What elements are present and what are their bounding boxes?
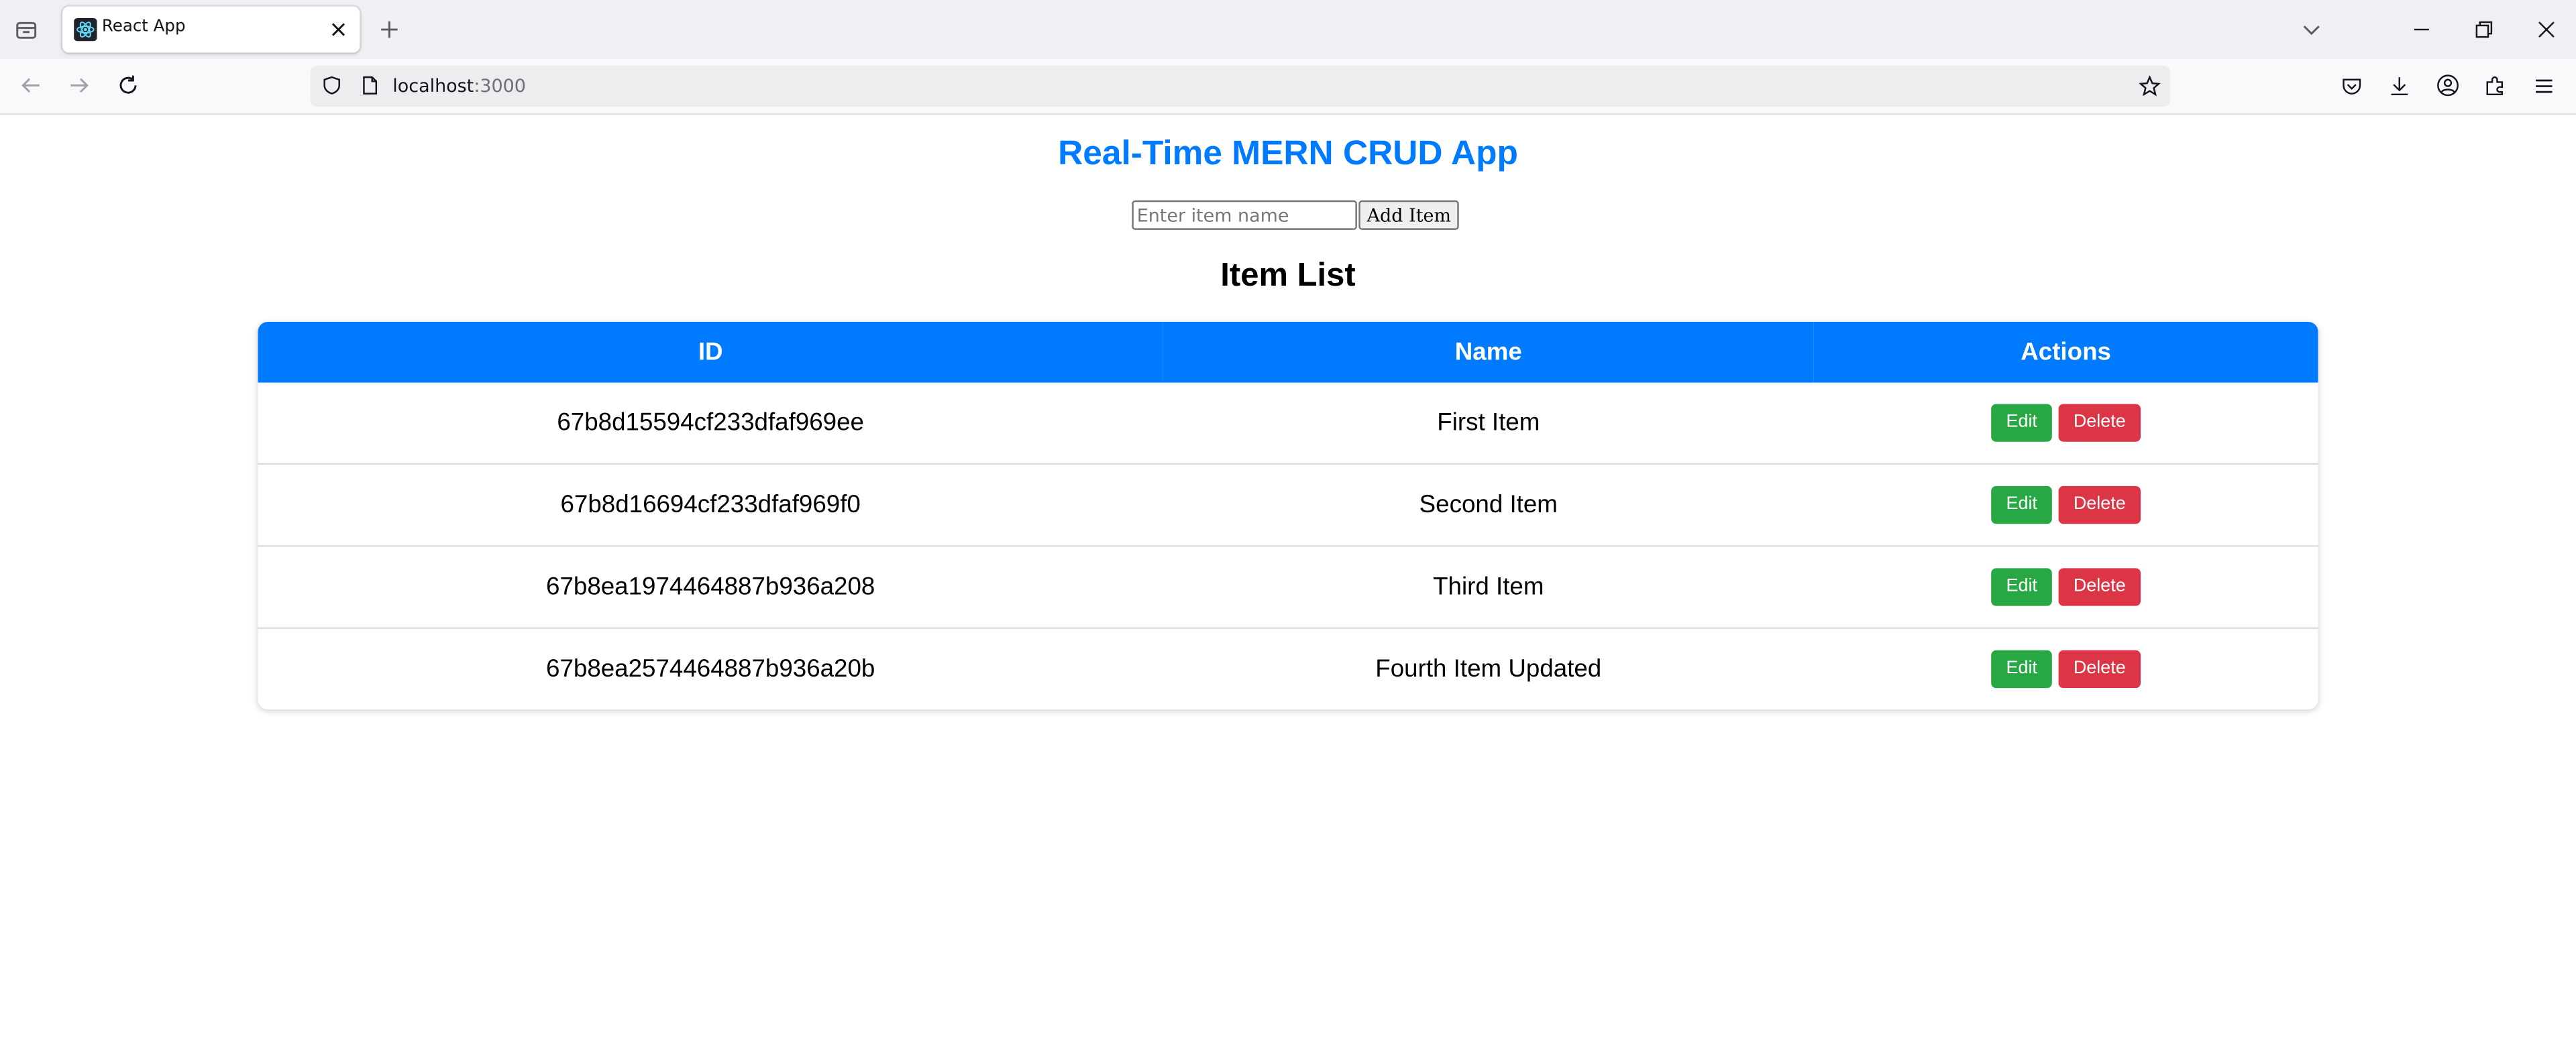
items-table: ID Name Actions 67b8d15594cf233dfaf969ee…: [258, 322, 2318, 709]
page-icon[interactable]: [358, 74, 381, 97]
tab-list-icon[interactable]: [11, 15, 41, 44]
item-name-input[interactable]: [1132, 200, 1357, 230]
list-title: Item List: [1220, 257, 1356, 294]
chevron-down-icon[interactable]: [2297, 15, 2326, 44]
back-arrow-icon[interactable]: [16, 70, 46, 100]
page-title: Real-Time MERN CRUD App: [1058, 134, 1518, 173]
pocket-icon[interactable]: [2336, 70, 2365, 100]
table-header-row: ID Name Actions: [258, 322, 2318, 383]
item-id-cell: 67b8ea1974464887b936a208: [258, 546, 1163, 629]
item-name-cell: Fourth Item Updated: [1375, 655, 1602, 683]
navigation-bar: localhost:3000: [0, 59, 2576, 115]
column-header-id: ID: [258, 322, 1163, 383]
account-icon[interactable]: [2433, 70, 2463, 100]
tab-title: React App: [101, 17, 186, 36]
url-bar[interactable]: localhost:3000: [310, 65, 2171, 107]
item-name-cell: Second Item: [1163, 463, 1814, 547]
item-id-cell: 67b8d15594cf233dfaf969ee: [258, 382, 1163, 465]
download-icon[interactable]: [2383, 70, 2413, 100]
star-icon[interactable]: [2137, 74, 2160, 97]
add-item-button[interactable]: Add Item: [1358, 200, 1460, 230]
minimize-icon[interactable]: [2407, 15, 2436, 44]
edit-button[interactable]: Edit: [1991, 485, 2052, 524]
url-text[interactable]: localhost:3000: [392, 76, 526, 97]
tab-bar: React App: [0, 0, 2576, 60]
close-icon[interactable]: [327, 18, 350, 41]
item-actions-cell: Edit Delete: [1813, 546, 2318, 629]
extensions-icon[interactable]: [2481, 70, 2510, 100]
forward-arrow-icon[interactable]: [64, 70, 94, 100]
column-header-actions: Actions: [1813, 322, 2318, 383]
item-actions-cell: Edit Delete: [1813, 463, 2318, 547]
url-port: :3000: [474, 75, 526, 97]
item-id-cell: 67b8d16694cf233dfaf969f0: [258, 463, 1163, 547]
delete-button[interactable]: Delete: [2058, 650, 2141, 689]
window-close-icon[interactable]: [2532, 15, 2561, 44]
delete-button[interactable]: Delete: [2058, 568, 2141, 606]
tab-react-app[interactable]: React App: [62, 6, 360, 53]
edit-button[interactable]: Edit: [1991, 404, 2052, 442]
react-logo-icon: [74, 17, 97, 42]
item-actions-cell: Edit Delete: [1814, 628, 2318, 709]
table-row: 67b8d15594cf233dfaf969ee First Item Edit…: [258, 382, 2318, 465]
edit-button[interactable]: Edit: [1991, 568, 2052, 606]
delete-button[interactable]: Delete: [2058, 404, 2141, 442]
restore-icon[interactable]: [2469, 15, 2499, 44]
table-row: 67b8ea2574464887b936a20b Fourth Item Upd…: [258, 628, 2318, 709]
delete-button[interactable]: Delete: [2058, 485, 2141, 524]
table-row: 67b8d16694cf233dfaf969f0 Second Item Edi…: [258, 463, 2318, 547]
reload-icon[interactable]: [113, 70, 143, 100]
item-actions-cell: Edit Delete: [1813, 382, 2318, 465]
page-content: Real-Time MERN CRUD App Add Item Item Li…: [0, 115, 2576, 1038]
column-header-name: Name: [1163, 322, 1814, 383]
add-item-form: Add Item: [1132, 200, 1460, 230]
browser-window: React App localhost:3000 Real-Time MERN …: [0, 0, 2576, 1038]
url-host: localhost: [392, 75, 474, 97]
item-name-cell: Third Item: [1163, 546, 1814, 629]
table-row: 67b8ea1974464887b936a208 Third Item Edit…: [258, 546, 2318, 629]
edit-button[interactable]: Edit: [1991, 650, 2052, 689]
hamburger-menu-icon[interactable]: [2528, 70, 2558, 100]
shield-icon[interactable]: [321, 74, 343, 97]
item-id-cell: 67b8ea2574464887b936a20b: [546, 655, 875, 683]
item-name-cell: First Item: [1163, 382, 1814, 465]
plus-icon[interactable]: [374, 15, 404, 44]
